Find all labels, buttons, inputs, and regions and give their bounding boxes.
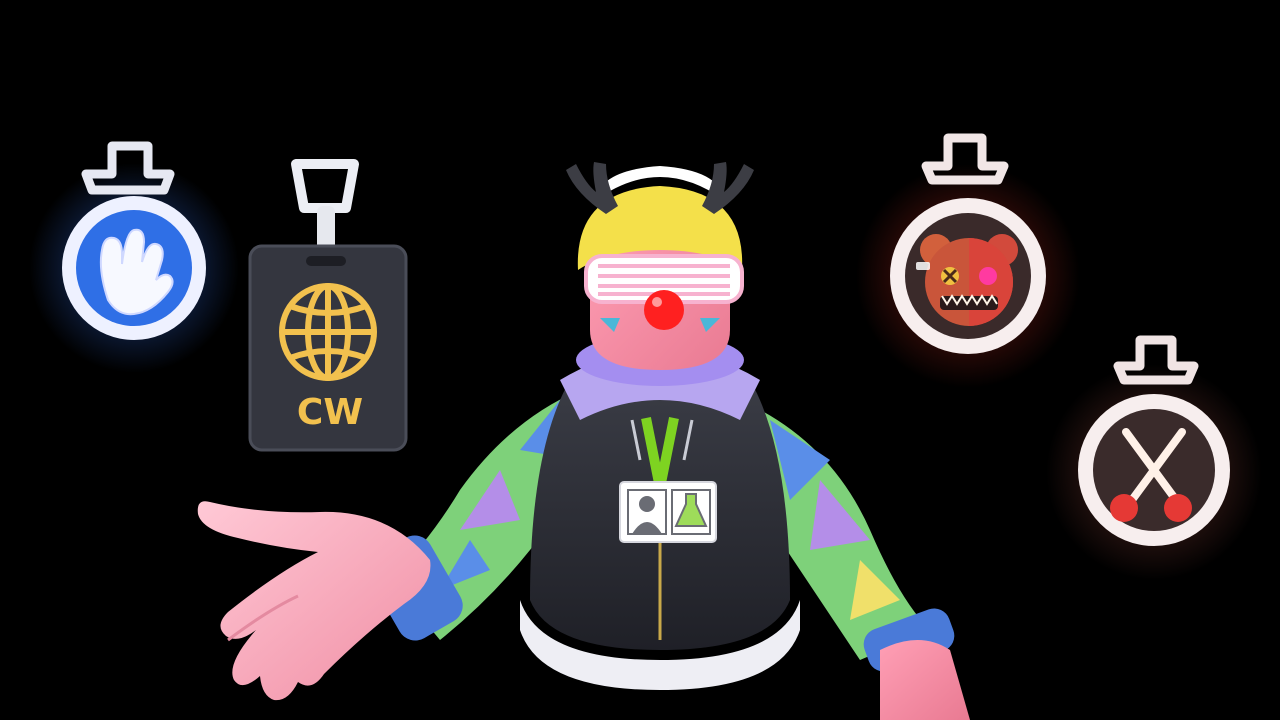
clown-nose	[644, 290, 684, 330]
character-head	[566, 162, 754, 370]
globe-icon	[279, 283, 377, 381]
game-scene: CW	[29, 133, 1262, 720]
badge-wave[interactable]	[29, 141, 239, 373]
character-left-hand	[197, 501, 431, 701]
character-name-tag	[619, 481, 717, 543]
badge-clip	[291, 159, 359, 213]
person-silhouette-icon	[627, 489, 667, 535]
flask-icon	[671, 489, 711, 535]
character-torso	[520, 350, 800, 690]
badge-cw[interactable]: CW	[248, 159, 408, 452]
badge-slot	[306, 256, 346, 266]
badge-cw-label: CW	[297, 392, 363, 433]
badge-cross[interactable]	[1046, 335, 1262, 580]
badge-bear[interactable]	[856, 133, 1080, 388]
